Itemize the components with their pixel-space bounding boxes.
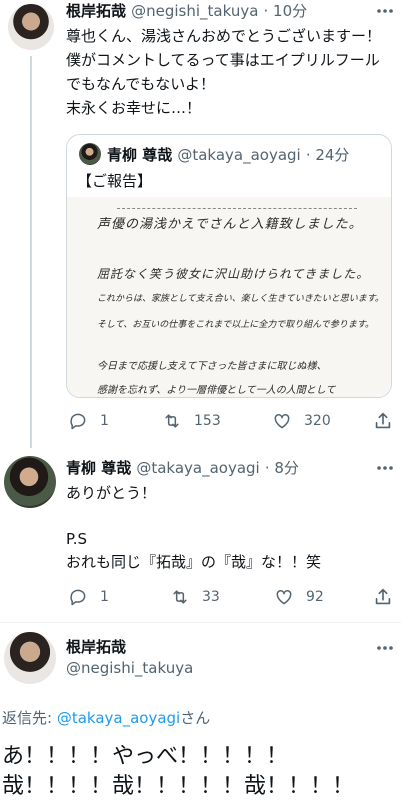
author-name[interactable]: 根岸拓哉 xyxy=(66,636,126,657)
like-button[interactable]: 92 xyxy=(274,587,324,607)
replying-to-suffix: さん xyxy=(180,709,211,727)
thread-line xyxy=(30,56,32,448)
replying-to-link[interactable]: @takaya_aoyagi xyxy=(57,709,180,727)
quote-author-name: 青柳 尊哉 xyxy=(107,146,173,164)
replying-to: 返信先: @takaya_aoyagiさん xyxy=(2,707,210,728)
reply-button[interactable]: 1 xyxy=(68,411,109,431)
quote-image[interactable]: 声優の湯浅かえでさんと入籍致しました。 屈託なく笑う彼女に沢山助けられてきました… xyxy=(67,197,391,397)
more-icon[interactable] xyxy=(374,460,396,476)
author-name[interactable]: 根岸拓哉 xyxy=(66,2,126,20)
retweet-icon xyxy=(173,590,187,604)
handwriting-scribble xyxy=(117,201,357,209)
like-count: 92 xyxy=(306,589,324,605)
avatar[interactable] xyxy=(8,4,54,50)
replying-to-label: 返信先: xyxy=(2,709,57,727)
quote-avatar xyxy=(79,143,101,165)
reply-count: 1 xyxy=(100,413,109,429)
handwriting-line: 今日まで応援し支えて下さった皆さまに取じぬ様、 xyxy=(97,361,327,372)
reply-icon xyxy=(70,413,86,430)
quote-header: 青柳 尊哉 @takaya_aoyagi · 24分 xyxy=(107,144,349,165)
tweet-header: 根岸拓哉 @negishi_takuya · 10分 xyxy=(66,0,396,22)
tweet-text: ありがとう！ P.S おれも同じ『拓哉』の『哉』な！！笑 xyxy=(66,484,322,571)
divider xyxy=(0,622,401,623)
like-icon xyxy=(276,589,292,605)
reply-text-line: 哉！！！！哉！！！！！哉！！！！ xyxy=(2,774,355,799)
author-handle[interactable]: @negishi_takuya xyxy=(131,2,258,20)
retweet-count: 153 xyxy=(194,413,221,429)
author-handle[interactable]: @negishi_takuya xyxy=(66,659,193,677)
more-icon[interactable] xyxy=(374,640,396,656)
author-handle[interactable]: @takaya_aoyagi xyxy=(136,459,259,477)
handwriting-line: これからは、家族として支え合い、楽しく生きていきたいと思います。 xyxy=(97,294,384,304)
quote-tweet[interactable]: 青柳 尊哉 @takaya_aoyagi · 24分 【ご報告】 声優の湯浅かえ… xyxy=(66,134,392,398)
reply-icon xyxy=(70,589,86,606)
timestamp[interactable]: · 8分 xyxy=(265,459,299,477)
like-button[interactable]: 320 xyxy=(272,411,331,431)
handwriting-line: 感謝を忘れず、より一層俳優として一人の人間として xyxy=(97,385,336,396)
retweet-button[interactable]: 33 xyxy=(170,587,220,607)
quote-text: 【ご報告】 xyxy=(77,172,153,190)
tweet-text: 尊也くん、湯浅さんおめでとうございますー！ 僕がコメントしてるって事はエイプリル… xyxy=(66,27,382,117)
reply-text-line: あ！！！！やっべ！！！！！ xyxy=(2,744,289,769)
like-icon xyxy=(274,413,290,429)
retweet-icon xyxy=(165,414,179,428)
retweet-count: 33 xyxy=(202,589,220,605)
quote-author-handle: @takaya_aoyagi xyxy=(177,146,301,164)
reply-count: 1 xyxy=(100,589,109,605)
more-icon[interactable] xyxy=(374,3,396,19)
share-icon[interactable] xyxy=(372,586,394,608)
avatar[interactable] xyxy=(4,632,56,684)
quote-timestamp: · 24分 xyxy=(305,146,350,164)
handwriting-line: 声優の湯浅かえでさんと入籍致しました。 xyxy=(97,217,363,232)
handwriting-line: そして、お互いの仕事をこれまで以上に全力で取り組んで参ります。 xyxy=(97,320,374,330)
like-count: 320 xyxy=(304,413,331,429)
handwriting-line: 屈託なく笑う彼女に沢山助けられてきました。 xyxy=(97,267,370,281)
reply-button[interactable]: 1 xyxy=(68,587,109,607)
tweet-header: 青柳 尊哉 @takaya_aoyagi · 8分 xyxy=(66,457,299,478)
retweet-button[interactable]: 153 xyxy=(162,411,221,431)
share-icon[interactable] xyxy=(372,410,394,432)
author-name[interactable]: 青柳 尊哉 xyxy=(66,459,131,477)
avatar[interactable] xyxy=(4,456,56,508)
timestamp[interactable]: · 10分 xyxy=(264,2,308,20)
